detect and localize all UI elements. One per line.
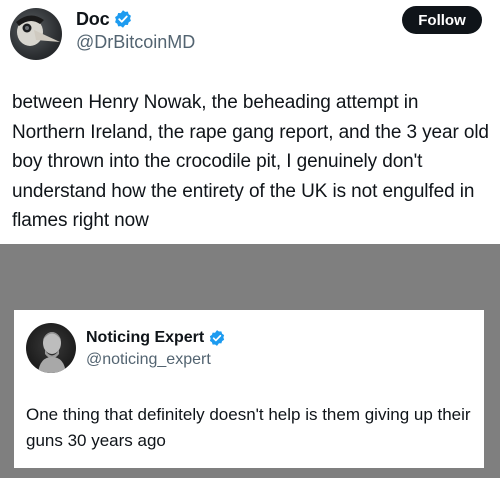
verified-badge-icon [113, 9, 133, 29]
quote-author-handle[interactable]: @noticing_expert [86, 351, 211, 369]
author-handle[interactable]: @DrBitcoinMD [76, 32, 195, 53]
plague-doctor-mask-icon [16, 15, 60, 46]
author-display-name[interactable]: Doc [76, 9, 110, 30]
avatar[interactable] [10, 8, 62, 60]
original-post: Doc @DrBitcoinMD Follow between Henry No… [0, 0, 500, 244]
quote-author-display-name[interactable]: Noticing Expert [86, 329, 204, 347]
statue-bust-icon [38, 332, 66, 373]
post-text: between Henry Nowak, the beheading attem… [12, 92, 489, 231]
verified-badge-icon [208, 329, 226, 347]
quoted-post[interactable]: Noticing Expert @noticing_expert One thi… [14, 310, 484, 468]
quote-avatar[interactable] [26, 323, 76, 373]
author-name-row: Doc [76, 7, 133, 31]
follow-button[interactable]: Follow [402, 6, 482, 34]
quote-author-name-row: Noticing Expert [86, 327, 226, 349]
quote-text: One thing that definitely doesn't help i… [26, 405, 471, 450]
